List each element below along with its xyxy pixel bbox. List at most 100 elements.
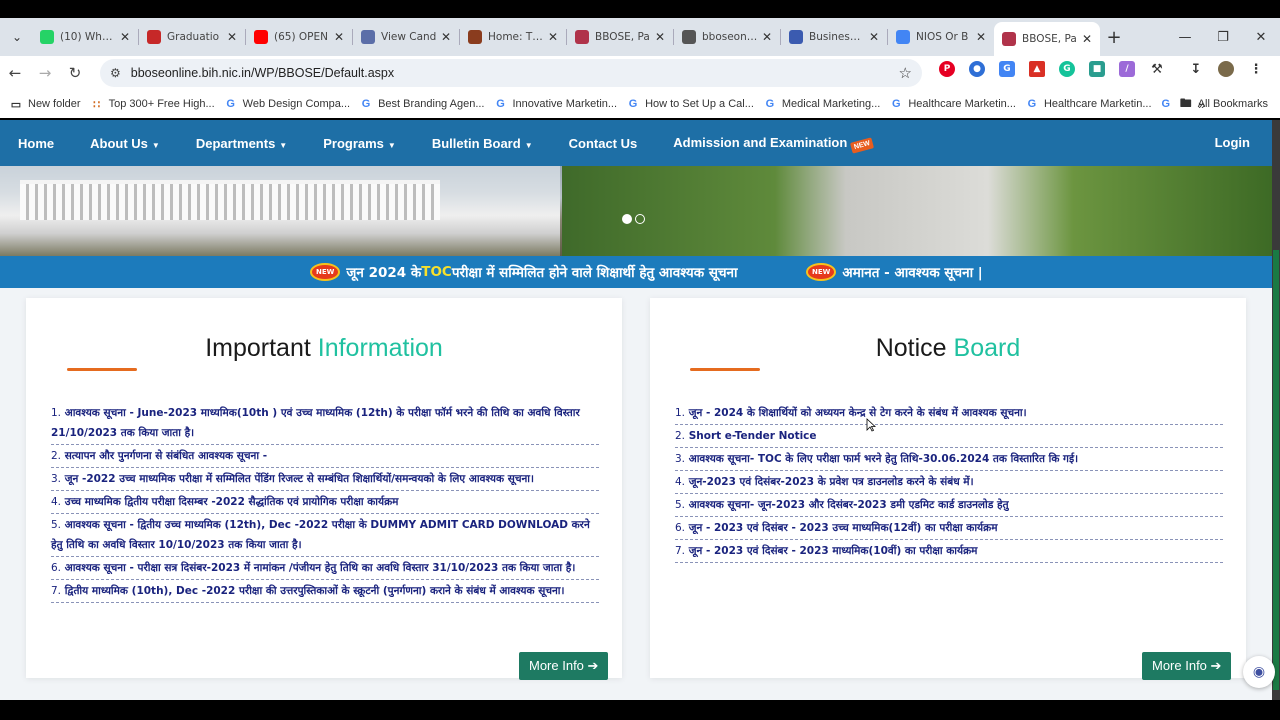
- ticker-item-1[interactable]: NEW जून 2024 के TOC परीक्षा में सम्मिलित…: [310, 263, 738, 281]
- extension-teal-icon[interactable]: ■: [1089, 61, 1105, 77]
- tab-close-icon[interactable]: ✕: [655, 30, 665, 44]
- nav-item-bulletin-board[interactable]: Bulletin Board ▼: [432, 136, 533, 151]
- browser-tab[interactable]: BBOSE, Pa ✕: [994, 22, 1100, 56]
- bookmark-item[interactable]: G Healthcare Marketin...: [890, 98, 1016, 110]
- bookmark-item[interactable]: G Best Branding Agen...: [360, 98, 485, 110]
- tab-search-button[interactable]: ⌄: [2, 22, 32, 52]
- tab-close-icon[interactable]: ✕: [976, 30, 986, 44]
- browser-tab[interactable]: Home: The ✕: [460, 22, 566, 52]
- list-item[interactable]: 3. आवश्यक सूचना- TOC के लिए परीक्षा फार्…: [675, 448, 1223, 471]
- list-item[interactable]: 4. जून-2023 एवं दिसंबर-2023 के प्रवेश पत…: [675, 471, 1223, 494]
- list-item[interactable]: 2. Short e-Tender Notice: [675, 425, 1223, 448]
- list-item[interactable]: 6. आवश्यक सूचना - परीक्षा सत्र दिसंबर-20…: [51, 557, 599, 580]
- item-link-text[interactable]: आवश्यक सूचना - June-2023 माध्यमिक(10th )…: [51, 407, 580, 439]
- list-item[interactable]: 5. आवश्यक सूचना - द्वितीय उच्च माध्यमिक …: [51, 514, 599, 557]
- important-more-info-button[interactable]: More Info ➔: [519, 652, 609, 680]
- list-item[interactable]: 5. आवश्यक सूचना- जून-2023 और दिसंबर-2023…: [675, 494, 1223, 517]
- browser-tab[interactable]: BBOSE, Pa ✕: [567, 22, 673, 52]
- list-item[interactable]: 7. द्वितीय माध्यमिक (10th), Dec -2022 पर…: [51, 580, 599, 603]
- tab-close-icon[interactable]: ✕: [548, 30, 558, 44]
- extension-red-icon[interactable]: ▲: [1029, 61, 1045, 77]
- tab-close-icon[interactable]: ✕: [441, 30, 451, 44]
- scrollbar-thumb[interactable]: [1273, 250, 1279, 690]
- page-scrollbar[interactable]: [1272, 120, 1280, 700]
- item-link-text[interactable]: Short e-Tender Notice: [689, 430, 817, 442]
- minimize-button[interactable]: —: [1166, 30, 1204, 45]
- nav-item-contact-us[interactable]: Contact Us: [569, 136, 638, 151]
- item-link-text[interactable]: जून - 2023 एवं दिसंबर - 2023 माध्यमिक(10…: [689, 545, 978, 557]
- list-item[interactable]: 1. आवश्यक सूचना - June-2023 माध्यमिक(10t…: [51, 402, 599, 445]
- notice-more-info-button[interactable]: More Info ➔: [1142, 652, 1232, 680]
- item-link-text[interactable]: जून - 2024 के शिक्षार्थियों को अध्ययन के…: [689, 407, 1027, 419]
- item-link-text[interactable]: उच्च माध्यमिक द्वितीय परीक्षा दिसम्बर -2…: [65, 496, 399, 508]
- carousel-dot-1[interactable]: [622, 214, 632, 224]
- list-item[interactable]: 3. जून -2022 उच्च माध्यमिक परीक्षा में स…: [51, 468, 599, 491]
- translate-icon[interactable]: G: [999, 61, 1015, 77]
- browser-tab[interactable]: View Cand ✕: [353, 22, 459, 52]
- site-info-icon[interactable]: ⚙: [110, 66, 121, 80]
- tab-close-icon[interactable]: ✕: [1082, 32, 1092, 46]
- item-link-text[interactable]: आवश्यक सूचना - परीक्षा सत्र दिसंबर-2023 …: [65, 562, 576, 574]
- nav-item-admission-and-examination[interactable]: Admission and Examination NEW: [673, 135, 875, 154]
- item-link-text[interactable]: आवश्यक सूचना- TOC के लिए परीक्षा फार्म भ…: [689, 453, 1078, 465]
- list-item[interactable]: 4. उच्च माध्यमिक द्वितीय परीक्षा दिसम्बर…: [51, 491, 599, 514]
- bookmark-item[interactable]: ∷ Top 300+ Free High...: [91, 98, 215, 111]
- grammarly-icon[interactable]: G: [1059, 61, 1075, 77]
- new-tab-button[interactable]: +: [1100, 27, 1128, 48]
- back-button[interactable]: ←: [0, 64, 30, 82]
- nav-item-programs[interactable]: Programs ▼: [323, 136, 396, 151]
- tab-close-icon[interactable]: ✕: [869, 30, 879, 44]
- bookmark-item[interactable]: ▭ New folder: [10, 98, 81, 111]
- important-information-card: Important Information 1. आवश्यक सूचना - …: [26, 298, 622, 680]
- carousel-dot-2[interactable]: [635, 214, 645, 224]
- bookmark-item[interactable]: G How to Set Up a Cal...: [627, 98, 754, 110]
- forward-button[interactable]: →: [30, 64, 60, 82]
- tab-close-icon[interactable]: ✕: [227, 30, 237, 44]
- list-item[interactable]: 2. सत्यापन और पुनर्गणना से संबंधित आवश्य…: [51, 445, 599, 468]
- download-icon[interactable]: ↧: [1188, 61, 1204, 77]
- menu-kebab-icon[interactable]: ⋮: [1248, 61, 1264, 77]
- extension-blue-icon[interactable]: ●: [969, 61, 985, 77]
- login-link[interactable]: Login: [1215, 135, 1250, 150]
- tab-close-icon[interactable]: ✕: [334, 30, 344, 44]
- bookmark-star-icon[interactable]: ☆: [899, 64, 912, 82]
- list-item[interactable]: 7. जून - 2023 एवं दिसंबर - 2023 माध्यमिक…: [675, 540, 1223, 563]
- item-link-text[interactable]: आवश्यक सूचना- जून-2023 और दिसंबर-2023 डम…: [689, 499, 1009, 511]
- website-viewport: Home About Us ▼ Departments ▼ Programs ▼ Bullet…: [0, 120, 1272, 700]
- item-link-text[interactable]: जून - 2023 एवं दिसंबर - 2023 उच्च माध्यम…: [689, 522, 998, 534]
- nav-item-about-us[interactable]: About Us ▼: [90, 136, 160, 151]
- nav-item-home[interactable]: Home: [18, 136, 54, 151]
- item-link-text[interactable]: जून -2022 उच्च माध्यमिक परीक्षा में सम्म…: [65, 473, 534, 485]
- list-item[interactable]: 1. जून - 2024 के शिक्षार्थियों को अध्ययन…: [675, 402, 1223, 425]
- ticker-item-2[interactable]: NEW अमानत - आवश्यक सूचना |: [806, 263, 983, 281]
- item-link-text[interactable]: सत्यापन और पुनर्गणना से संबंधित आवश्यक स…: [65, 450, 267, 462]
- chat-widget-button[interactable]: ◉: [1243, 656, 1275, 688]
- google-icon[interactable]: G: [1162, 98, 1171, 110]
- browser-tab[interactable]: (65) OPEN ✕: [246, 22, 352, 52]
- extensions-puzzle-icon[interactable]: ⚒: [1149, 61, 1165, 77]
- address-bar[interactable]: ⚙ bboseonline.bih.nic.in/WP/BBOSE/Defaul…: [100, 59, 922, 87]
- item-link-text[interactable]: आवश्यक सूचना - द्वितीय उच्च माध्यमिक (12…: [51, 519, 590, 551]
- browser-tab[interactable]: bboseonlin ✕: [674, 22, 780, 52]
- item-link-text[interactable]: जून-2023 एवं दिसंबर-2023 के प्रवेश पत्र …: [689, 476, 974, 488]
- tab-close-icon[interactable]: ✕: [762, 30, 772, 44]
- reload-button[interactable]: ↻: [60, 64, 90, 82]
- restore-button[interactable]: ❐: [1204, 30, 1242, 45]
- profile-avatar[interactable]: [1218, 61, 1234, 77]
- bookmark-item[interactable]: G Medical Marketing...: [764, 98, 881, 110]
- close-window-button[interactable]: ✕: [1242, 30, 1280, 45]
- browser-tab[interactable]: Businesses ✕: [781, 22, 887, 52]
- bookmark-item[interactable]: G Innovative Marketin...: [495, 98, 617, 110]
- all-bookmarks-button[interactable]: 🖿 All Bookmarks: [1180, 90, 1268, 118]
- bookmark-item[interactable]: G Healthcare Marketin...: [1026, 98, 1152, 110]
- pinterest-icon[interactable]: P: [939, 61, 955, 77]
- bookmark-item[interactable]: G Web Design Compa...: [225, 98, 350, 110]
- pen-icon[interactable]: /: [1119, 61, 1135, 77]
- tab-close-icon[interactable]: ✕: [120, 30, 130, 44]
- list-item[interactable]: 6. जून - 2023 एवं दिसंबर - 2023 उच्च माध…: [675, 517, 1223, 540]
- browser-tab[interactable]: NIOS Or B ✕: [888, 22, 994, 52]
- nav-item-departments[interactable]: Departments ▼: [196, 136, 287, 151]
- browser-tab[interactable]: (10) Whats ✕: [32, 22, 138, 52]
- browser-tab[interactable]: Graduatio ✕: [139, 22, 245, 52]
- item-link-text[interactable]: द्वितीय माध्यमिक (10th), Dec -2022 परीक्…: [65, 585, 565, 597]
